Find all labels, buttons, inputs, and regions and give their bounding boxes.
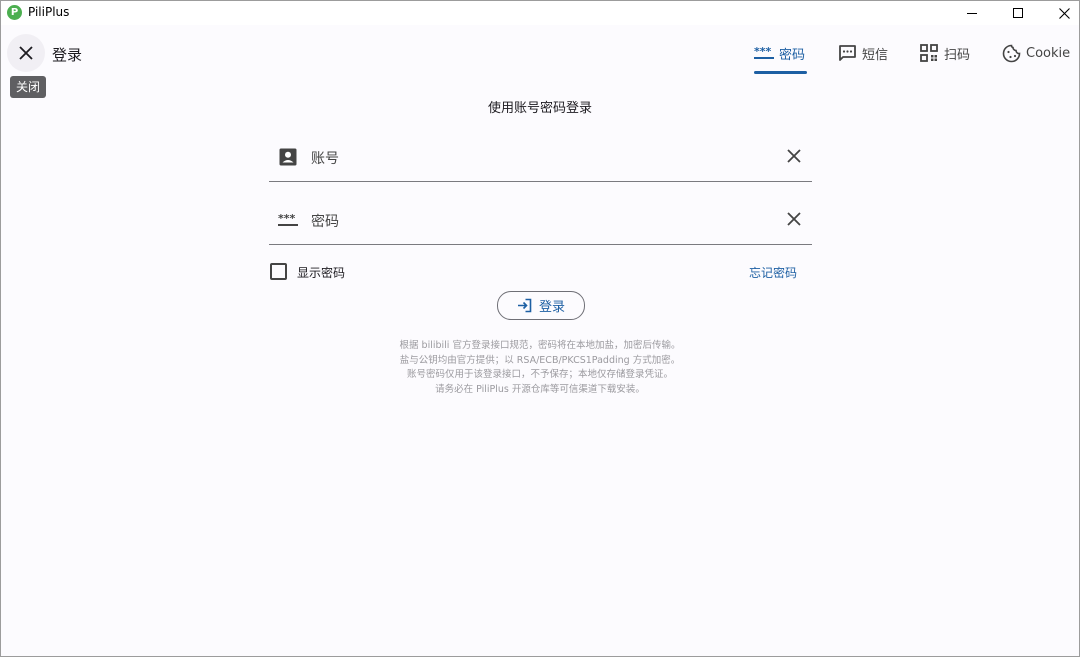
show-password-checkbox[interactable] [270, 263, 287, 280]
login-icon [517, 298, 533, 314]
close-icon [19, 46, 33, 60]
show-password-label[interactable]: 显示密码 [297, 264, 345, 281]
clear-icon [787, 149, 801, 163]
app-header: 登录 [1, 25, 1079, 81]
account-field[interactable]: 账号 [269, 133, 812, 182]
form-heading: 使用账号密码登录 [487, 101, 592, 116]
app-window: P PiliPlus 登录 关闭 *** 密码 短信 扫码 Cookie 使用账… [0, 0, 1080, 657]
tab-label: 密码 [779, 47, 806, 63]
account-label: 账号 [311, 151, 339, 167]
close-tooltip: 关闭 [10, 76, 47, 98]
password-label: 密码 [311, 214, 339, 230]
security-notice: 根据 bilibili 官方登录接口规范，密码将在本地加盐，加密后传输。 盐与公… [1, 339, 1079, 397]
minimize-icon [967, 12, 977, 14]
tab-label: 短信 [862, 47, 889, 63]
clear-account-button[interactable] [784, 146, 804, 166]
close-button[interactable] [7, 34, 45, 72]
cookie-icon [1001, 43, 1021, 63]
active-tab-indicator [754, 71, 807, 74]
tab-cookie[interactable]: Cookie [1001, 41, 1070, 65]
notice-line: 账号密码仅用于该登录接口，不予保存；本地仅存储登录凭证。 [406, 369, 673, 380]
svg-text:***: *** [278, 213, 296, 225]
sms-icon [837, 43, 857, 63]
window-close-icon [1058, 7, 1070, 19]
tab-password[interactable]: *** 密码 [754, 41, 805, 65]
svg-text:***: *** [754, 46, 772, 58]
tab-label: Cookie [1026, 45, 1071, 61]
clear-password-button[interactable] [784, 209, 804, 229]
app-logo-icon: P [7, 5, 22, 20]
page-title: 登录 [52, 46, 83, 64]
app-title: PiliPlus [28, 5, 70, 19]
notice-line: 盐与公钥均由官方提供；以 RSA/ECB/PKCS1Padding 方式加密。 [399, 354, 681, 366]
qrcode-icon [919, 43, 939, 63]
window-close-button[interactable] [1041, 1, 1080, 25]
password-icon: *** [754, 43, 774, 63]
login-label: 登录 [538, 300, 565, 315]
notice-line: 根据 bilibili 官方登录接口规范，密码将在本地加盐，加密后传输。 [399, 340, 681, 351]
maximize-icon [1013, 8, 1023, 18]
title-bar: P PiliPlus [1, 1, 1079, 25]
account-box-icon [278, 147, 298, 167]
notice-line: 请务必在 PiliPlus 开源仓库等可信渠道下载安装。 [435, 383, 645, 395]
tab-label: 扫码 [944, 47, 971, 63]
tab-sms[interactable]: 短信 [837, 41, 888, 65]
tab-qrcode[interactable]: 扫码 [919, 41, 970, 65]
password-field[interactable]: *** 密码 [269, 196, 812, 245]
minimize-button[interactable] [949, 1, 995, 25]
login-button[interactable]: 登录 [497, 291, 585, 320]
forgot-password-link[interactable]: 忘记密码 [749, 264, 797, 281]
maximize-button[interactable] [995, 1, 1041, 25]
password-icon: *** [278, 210, 298, 230]
clear-icon [787, 212, 801, 226]
